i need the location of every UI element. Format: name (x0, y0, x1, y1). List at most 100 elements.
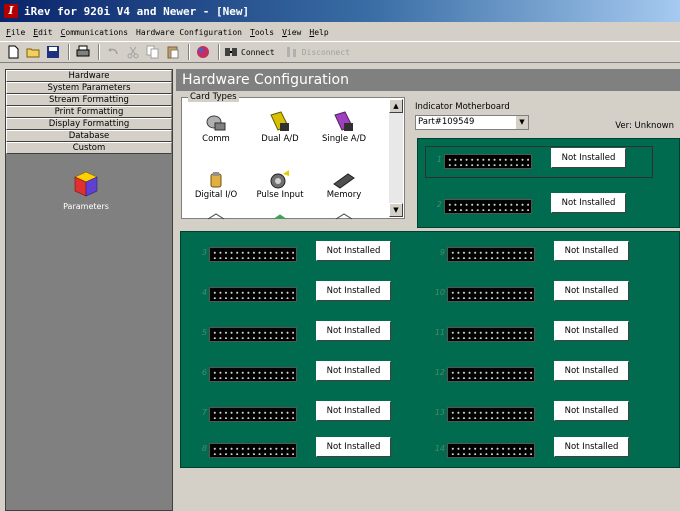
slot-5[interactable]: 5 Not Installed (193, 320, 413, 350)
parameters-icon (74, 171, 98, 197)
toolbar-separator (188, 44, 190, 60)
cut-button[interactable] (124, 43, 142, 61)
card-type-label: Single A/D (321, 134, 367, 144)
sidebar-item-custom[interactable]: Custom (6, 142, 172, 154)
slot-8[interactable]: 8 Not Installed (193, 436, 413, 466)
slot-status[interactable]: Not Installed (554, 437, 629, 457)
disconnect-button[interactable]: Disconnect (285, 45, 350, 59)
slot-14[interactable]: 14 Not Installed (431, 436, 651, 466)
slot-status[interactable]: Not Installed (316, 361, 391, 381)
slot-number: 6 (201, 368, 207, 377)
slot-number: 2 (436, 200, 442, 209)
card-type-dual-ad[interactable]: Dual A/D (250, 108, 310, 144)
slot-7[interactable]: 7 Not Installed (193, 400, 413, 430)
slot-9[interactable]: 9 Not Installed (431, 240, 651, 270)
motherboard-slot-panel: 1 Not Installed 2 Not Installed (417, 138, 680, 228)
slot-status[interactable]: Not Installed (316, 321, 391, 341)
menu-hardware-configuration[interactable]: Hardware Configuration (136, 28, 242, 37)
slot-number: 12 (434, 368, 445, 377)
slot-status[interactable]: Not Installed (554, 401, 629, 421)
slot-4[interactable]: 4 Not Installed (193, 280, 413, 310)
motherboard-select[interactable]: Part#109549 ▼ (415, 115, 529, 130)
slot-12[interactable]: 12 Not Installed (431, 360, 651, 390)
slot-10[interactable]: 10 Not Installed (431, 280, 651, 310)
slot-11[interactable]: 11 Not Installed (431, 320, 651, 350)
menu-file[interactable]: File (6, 28, 25, 37)
window-title: iRev for 920i V4 and Newer - [New] (24, 4, 250, 18)
sidebar-item-hardware[interactable]: Hardware (6, 70, 172, 82)
menu-bar: File Edit Communications Hardware Config… (0, 24, 680, 40)
save-icon (47, 46, 59, 58)
save-button[interactable] (44, 43, 62, 61)
connect-label: Connect (241, 47, 275, 57)
slot-status[interactable]: Not Installed (316, 241, 391, 261)
new-file-button[interactable] (4, 43, 22, 61)
title-bar: I iRev for 920i V4 and Newer - [New] (0, 0, 680, 22)
slot-connector (444, 154, 532, 169)
undo-button[interactable] (104, 43, 122, 61)
scroll-down-button[interactable]: ▼ (389, 203, 403, 217)
chevron-down-icon[interactable]: ▼ (515, 116, 528, 129)
card-type-digital-io[interactable]: Digital I/O (186, 164, 246, 200)
slot-3[interactable]: 3 Not Installed (193, 240, 413, 270)
version-label: Ver: Unknown (615, 121, 674, 131)
connect-button[interactable]: Connect (224, 45, 275, 59)
slot-status[interactable]: Not Installed (316, 281, 391, 301)
slot-number: 14 (434, 444, 445, 453)
print-button[interactable] (74, 43, 92, 61)
open-folder-icon (26, 48, 40, 58)
connect-icon (225, 48, 237, 56)
slot-13[interactable]: 13 Not Installed (431, 400, 651, 430)
slot-status[interactable]: Not Installed (316, 437, 391, 457)
slot-status[interactable]: Not Installed (554, 281, 629, 301)
print-icon (76, 45, 90, 57)
slot-connector (209, 287, 297, 302)
slot-status[interactable]: Not Installed (551, 148, 626, 168)
single-ad-card-icon (334, 111, 353, 131)
cut-icon (127, 46, 139, 59)
slot-2[interactable]: 2 Not Installed (428, 192, 648, 222)
sidebar-item-display-formatting[interactable]: Display Formatting (6, 118, 172, 130)
memory-card-icon (333, 173, 355, 189)
menu-tools[interactable]: Tools (250, 28, 274, 37)
slot-number: 5 (201, 328, 207, 337)
paste-button[interactable] (164, 43, 182, 61)
slot-number: 9 (439, 248, 445, 257)
pulse-input-card-icon (270, 170, 289, 189)
menu-edit[interactable]: Edit (33, 28, 52, 37)
palette-button[interactable] (194, 43, 212, 61)
card-types-scrollbar[interactable]: ▲ ▼ (389, 99, 403, 217)
slot-connector (209, 247, 297, 262)
slot-status[interactable]: Not Installed (316, 401, 391, 421)
card-type-label: Digital I/O (194, 190, 238, 200)
card-type-single-ad[interactable]: Single A/D (314, 108, 374, 144)
new-file-icon (8, 45, 19, 59)
menu-view[interactable]: View (282, 28, 301, 37)
slot-status[interactable]: Not Installed (554, 361, 629, 381)
sidebar-item-print-formatting[interactable]: Print Formatting (6, 106, 172, 118)
slot-connector (444, 199, 532, 214)
slot-number: 7 (201, 408, 207, 417)
sidebar-item-system-parameters[interactable]: System Parameters (6, 82, 172, 94)
card-type-memory[interactable]: Memory (314, 164, 374, 200)
sidebar-item-database[interactable]: Database (6, 130, 172, 142)
card-type-pulse-input[interactable]: Pulse Input (250, 164, 310, 200)
menu-communications[interactable]: Communications (61, 28, 128, 37)
slot-status[interactable]: Not Installed (551, 193, 626, 213)
card-types-grid: Comm Dual A/D Single A/D Digital I/O Pul… (186, 108, 386, 220)
slot-status[interactable]: Not Installed (554, 321, 629, 341)
parameters-shortcut[interactable]: Parameters (46, 170, 126, 211)
slot-status[interactable]: Not Installed (554, 241, 629, 261)
open-file-button[interactable] (24, 43, 42, 61)
sidebar-item-stream-formatting[interactable]: Stream Formatting (6, 94, 172, 106)
chevron-up-icon (335, 213, 353, 220)
scroll-up-button[interactable]: ▲ (389, 99, 403, 113)
menu-help[interactable]: Help (309, 28, 328, 37)
slot-1[interactable]: 1 Not Installed (428, 147, 648, 177)
slot-6[interactable]: 6 Not Installed (193, 360, 413, 390)
slot-number: 4 (201, 288, 207, 297)
copy-button[interactable] (144, 43, 162, 61)
slot-connector (447, 287, 535, 302)
card-type-comm[interactable]: Comm (186, 108, 246, 144)
parameters-label: Parameters (63, 202, 109, 211)
